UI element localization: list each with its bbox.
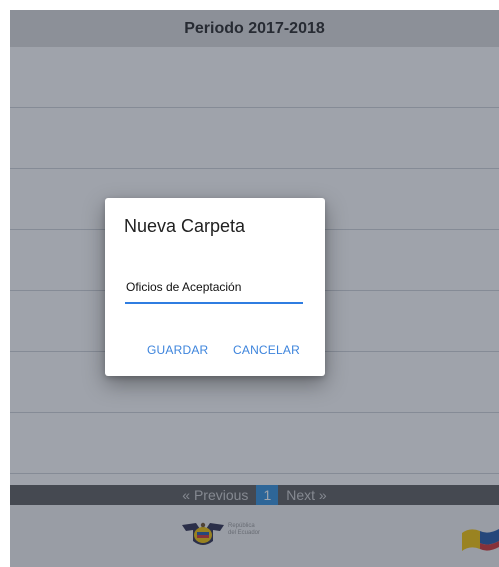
new-folder-dialog: Nueva Carpeta GUARDAR CANCELAR [105, 198, 325, 376]
save-button[interactable]: GUARDAR [147, 340, 208, 360]
folder-name-input[interactable] [125, 273, 303, 301]
folder-name-field [125, 273, 303, 304]
dialog-actions: GUARDAR CANCELAR [105, 340, 325, 360]
folder-name-underline [125, 302, 303, 304]
cancel-button[interactable]: CANCELAR [233, 340, 300, 360]
dialog-title: Nueva Carpeta [124, 216, 246, 236]
